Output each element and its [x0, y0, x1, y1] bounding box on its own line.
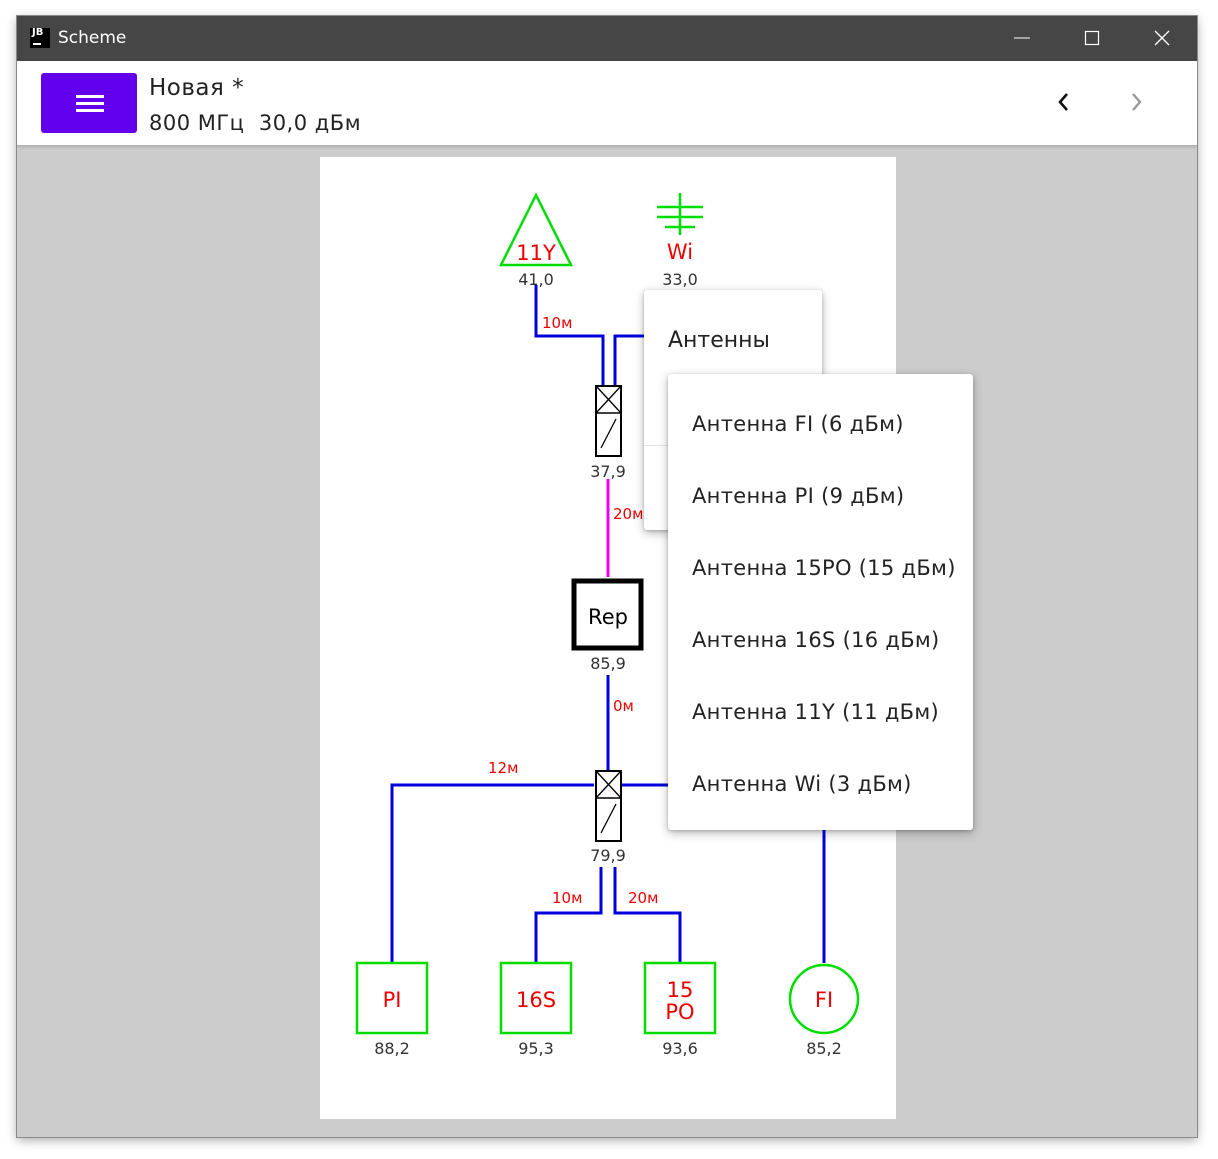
antenna-fi-label: FI: [815, 988, 833, 1012]
close-button[interactable]: [1127, 16, 1197, 61]
antenna-15po-label-line1: 15: [667, 978, 694, 1002]
antenna-fi[interactable]: FI 85,2: [788, 963, 860, 1058]
antenna-pi[interactable]: PI 88,2: [355, 961, 429, 1058]
antenna-16s-value: 95,3: [518, 1039, 554, 1058]
antenna-16s-label: 16S: [516, 988, 556, 1012]
close-icon: [1154, 30, 1170, 46]
antenna-wi[interactable]: Wi 33,0: [657, 193, 703, 289]
repeater-node[interactable]: Rep 85,9: [571, 578, 644, 673]
app-logo-text: JB: [32, 27, 44, 38]
hamburger-menu-icon-line: [76, 109, 104, 112]
title-bar: JB Scheme: [17, 16, 1197, 61]
cable-15po[interactable]: [613, 867, 682, 963]
submenu-item-antenna-wi[interactable]: Антенна Wi (3 дБм): [692, 772, 912, 796]
antenna-submenu: Антенна FI (6 дБм) Антенна PI (9 дБм) Ан…: [668, 374, 973, 830]
app-window: JB Scheme Новая * 800 МГц 30,0 дБм 11Y 4…: [17, 16, 1197, 1137]
cable-label-16s: 10м: [552, 889, 582, 907]
maximize-icon: [1084, 30, 1100, 46]
submenu-item-antenna-16s[interactable]: Антенна 16S (16 дБм): [692, 628, 940, 652]
window-title: Scheme: [58, 28, 127, 48]
maximize-button[interactable]: [1057, 16, 1127, 61]
antenna-11y[interactable]: 11Y 41,0: [498, 192, 574, 289]
splitter-top[interactable]: 37,9: [590, 385, 626, 481]
document-subtitle: 800 МГц 30,0 дБм: [149, 111, 362, 135]
splitter-bottom[interactable]: 79,9: [590, 770, 626, 865]
antenna-11y-value: 41,0: [518, 270, 554, 289]
cable-11y[interactable]: [534, 285, 605, 385]
repeater-value: 85,9: [590, 654, 626, 673]
minimize-icon: [1014, 37, 1030, 39]
antenna-15po-value: 93,6: [662, 1039, 698, 1058]
cable-pi[interactable]: [390, 783, 594, 963]
antenna-wi-label: Wi: [667, 240, 693, 264]
cable-label-11y: 10м: [542, 314, 572, 332]
cable-label-15po: 20м: [628, 889, 658, 907]
antenna-11y-label: 11Y: [516, 241, 556, 265]
antenna-fi-value: 85,2: [806, 1039, 842, 1058]
nav-forward-button[interactable]: [1123, 89, 1149, 115]
app-logo: JB: [30, 28, 50, 48]
chevron-right-icon: [1132, 93, 1142, 111]
context-menu-item-antennas[interactable]: Антенны: [668, 328, 770, 353]
hamburger-menu-icon-line: [76, 102, 104, 105]
antenna-pi-label: PI: [383, 988, 402, 1012]
cable-16s[interactable]: [534, 867, 603, 963]
cable-label-pi: 12м: [488, 759, 518, 777]
hamburger-menu-icon: [76, 95, 104, 98]
splitter-top-value: 37,9: [590, 462, 626, 481]
antenna-15po[interactable]: 15 PO 93,6: [643, 961, 717, 1058]
splitter-bottom-value: 79,9: [590, 846, 626, 865]
nav-back-button[interactable]: [1051, 89, 1077, 115]
antenna-15po-label-line2: PO: [665, 1000, 694, 1024]
document-title: Новая *: [149, 75, 245, 101]
submenu-item-antenna-11y[interactable]: Антенна 11Y (11 дБм): [692, 700, 939, 724]
hamburger-menu-button[interactable]: [41, 73, 137, 133]
submenu-item-antenna-pi[interactable]: Антенна PI (9 дБм): [692, 484, 904, 508]
app-bar: Новая * 800 МГц 30,0 дБм: [17, 61, 1197, 146]
submenu-item-antenna-fi[interactable]: Антенна FI (6 дБм): [692, 412, 904, 436]
antenna-pi-value: 88,2: [374, 1039, 410, 1058]
antenna-16s[interactable]: 16S 95,3: [499, 961, 573, 1058]
repeater-label: Rep: [588, 605, 628, 629]
antenna-wi-value: 33,0: [662, 270, 698, 289]
minimize-button[interactable]: [987, 16, 1057, 61]
cable-label-rep: 20м: [613, 505, 643, 523]
submenu-item-antenna-15po[interactable]: Антенна 15PO (15 дБм): [692, 556, 956, 580]
cable-label-rep-out: 0м: [613, 697, 634, 715]
chevron-left-icon: [1058, 93, 1068, 111]
